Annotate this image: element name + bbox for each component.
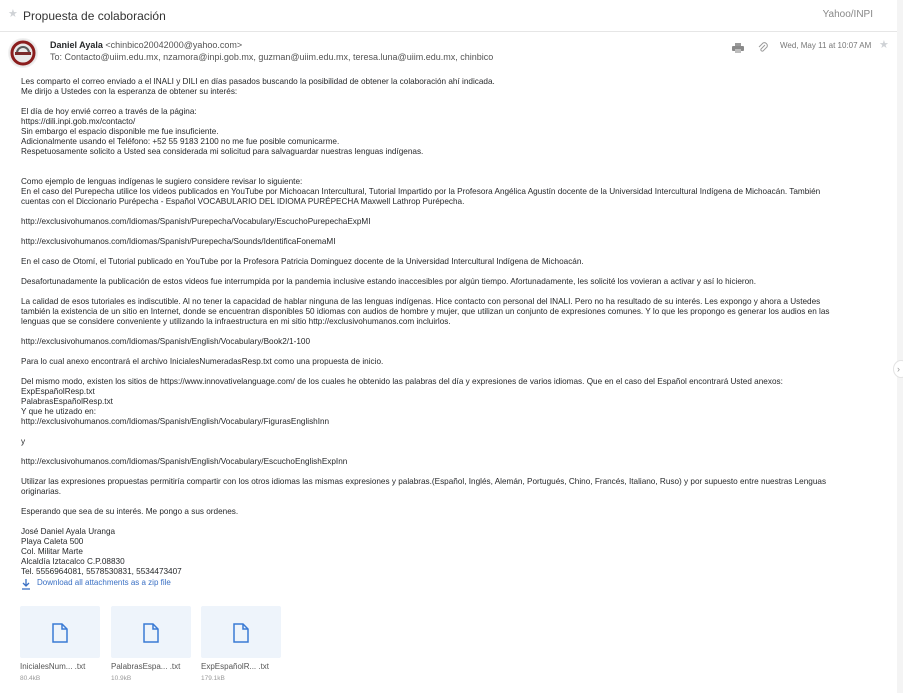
message-line: Desafortunadamente la publicación de est… [21, 277, 757, 286]
message-line: Tel. 5556964081, 5578530831, 5534473407 [21, 567, 182, 576]
email-date: Wed, May 11 at 10:07 AM [780, 41, 872, 50]
message-line: Como ejemplo de lenguas indígenas le sug… [21, 177, 303, 186]
message-line: Playa Caleta 500 [21, 537, 84, 546]
message-line: http://exclusivohumanos.com/Idiomas/Span… [21, 417, 330, 426]
file-icon [233, 623, 249, 643]
email-subject: Propuesta de colaboración [23, 9, 166, 23]
sender-avatar[interactable] [8, 38, 38, 68]
attachment-tile[interactable] [201, 606, 281, 658]
star-icon[interactable]: ★ [8, 9, 18, 20]
sender-email[interactable]: <chinbico20042000@yahoo.com> [105, 40, 242, 50]
folder-label[interactable]: Yahoo/INPI [823, 9, 873, 20]
message-line: En el caso de Otomí, el Tutorial publica… [21, 257, 584, 266]
message-line: originarias. [21, 487, 62, 496]
message-line: http://exclusivohumanos.com/Idiomas/Span… [21, 337, 311, 346]
attachment-name[interactable]: ExpEspañolR... .txt [201, 662, 269, 671]
message-line: PalabrasEspañolResp.txt [21, 397, 113, 406]
message-line: Para lo cual anexo encontrará el archivo… [21, 357, 384, 366]
message-line: ExpEspañolResp.txt [21, 387, 95, 396]
paperclip-icon[interactable] [758, 40, 768, 52]
file-icon [143, 623, 159, 643]
right-panel-edge [897, 0, 903, 693]
download-all-link[interactable]: Download all attachments as a zip file [37, 578, 171, 587]
message-line: En el caso del Purepecha utilice los vid… [21, 187, 821, 196]
message-line: lenguas que se considere conveniente y u… [21, 317, 451, 326]
message-line: Sin embargo el espacio disponible me fue… [21, 127, 219, 136]
message-line: Y que he utizado en: [21, 407, 96, 416]
message-line: La calidad de esos tutoriales es indiscu… [21, 297, 821, 306]
message-line: http://exclusivohumanos.com/Idiomas/Span… [21, 217, 371, 226]
message-line: también la existencia de un sitio en Int… [21, 307, 830, 316]
message-line: Adicionalmente usando el Teléfono: +52 5… [21, 137, 340, 146]
attachment-tile[interactable] [111, 606, 191, 658]
attachment-size: 80.4kB [20, 675, 41, 682]
attachment-size: 179.1kB [201, 675, 225, 682]
subject-bar: ★ Propuesta de colaboración Yahoo/INPI [0, 0, 903, 32]
chevron-right-icon[interactable]: › [893, 360, 903, 378]
message-line: http://exclusivohumanos.com/Idiomas/Span… [21, 237, 336, 246]
attachment-tile[interactable] [20, 606, 100, 658]
download-icon[interactable] [21, 577, 31, 590]
star-icon[interactable]: ★ [879, 38, 889, 51]
message-line: Alcaldía Iztacalco C.P.08830 [21, 557, 125, 566]
sender-line: Daniel Ayala <chinbico20042000@yahoo.com… [50, 40, 242, 50]
message-line: El día de hoy envié correo a través de l… [21, 107, 197, 116]
recipients-line[interactable]: To: Contacto@uiim.edu.mx, nzamora@inpi.g… [50, 52, 493, 62]
message-line: Del mismo modo, existen los sitios de ht… [21, 377, 783, 386]
attachment-name[interactable]: PalabrasEspa... .txt [111, 662, 180, 671]
sender-name[interactable]: Daniel Ayala [50, 40, 103, 50]
message-line: Esperando que sea de su interés. Me pong… [21, 507, 239, 516]
message-line: Utilizar las expresiones propuestas perm… [21, 477, 827, 486]
attachment-name[interactable]: InicialesNum... .txt [20, 662, 85, 671]
file-icon [52, 623, 68, 643]
print-icon[interactable] [732, 40, 744, 53]
message-line: Me dirijo a Ustedes con la esperanza de … [21, 87, 238, 96]
message-line: José Daniel Ayala Uranga [21, 527, 116, 536]
message-line: y [21, 437, 26, 446]
attachment-size: 10.9kB [111, 675, 132, 682]
message-line: https://dili.inpi.gob.mx/contacto/ [21, 117, 136, 126]
message-line: Respetuosamente solicito a Usted sea con… [21, 147, 424, 156]
message-line: cuentas con el Diccionario Purépecha - E… [21, 197, 465, 206]
message-line: Les comparto el correo enviado a el INAL… [21, 77, 495, 86]
message-line: http://exclusivohumanos.com/Idiomas/Span… [21, 457, 348, 466]
message-line: Col. Militar Marte [21, 547, 83, 556]
